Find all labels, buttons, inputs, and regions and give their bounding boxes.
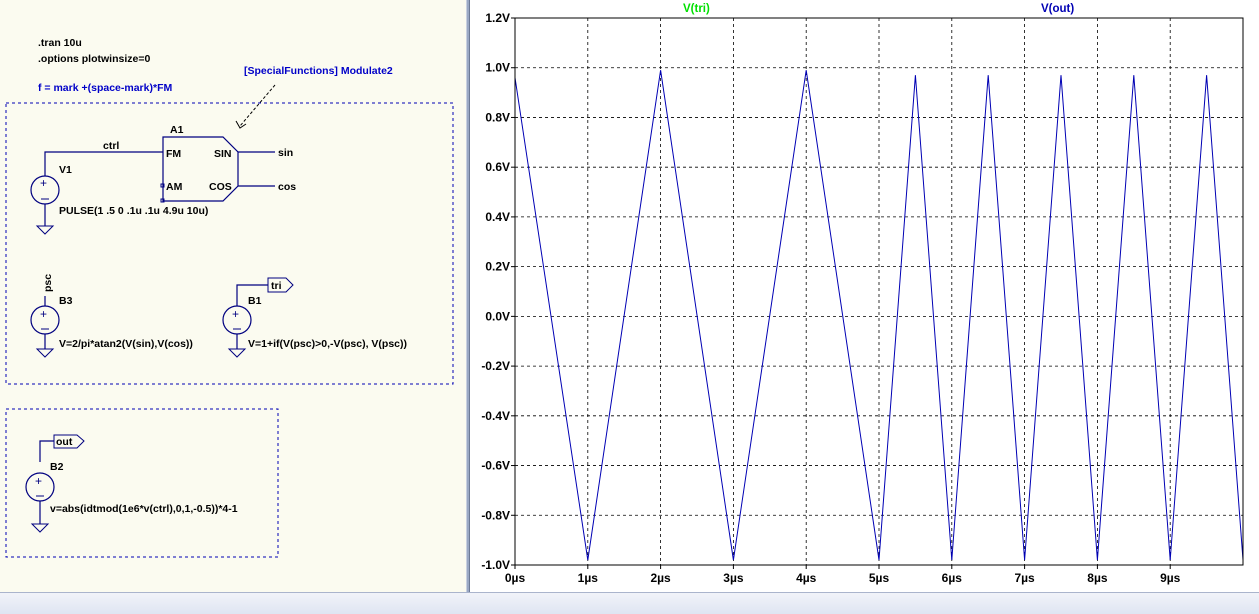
- b1-ground-icon: [227, 348, 247, 358]
- wires: [39, 151, 275, 462]
- y-tick-label: 1.2V: [485, 11, 510, 25]
- x-tick-label: 9µs: [1160, 571, 1181, 585]
- spice-directive-options[interactable]: .options plotwinsize=0: [38, 53, 150, 65]
- b1-ref-label: B1: [248, 295, 262, 307]
- formula-comment[interactable]: f = mark +(space-mark)*FM: [38, 82, 172, 94]
- x-tick-label: 0µs: [505, 571, 526, 585]
- b2-plus-sign: +: [35, 474, 42, 488]
- a1-pin-cos: COS: [209, 181, 232, 193]
- bottom-dashed-box: [5, 408, 279, 558]
- b1-plus-sign: +: [232, 307, 239, 321]
- annotation-arrow: [239, 84, 276, 127]
- net-label-cos[interactable]: cos: [278, 181, 296, 193]
- a1-modulator[interactable]: A1 FM AM SIN COS: [160, 124, 239, 203]
- schematic-canvas[interactable]: .tran 10u .options plotwinsize=0 f = mar…: [0, 0, 466, 592]
- y-tick-label: -0.2V: [481, 359, 510, 373]
- b3-behavioral-source[interactable]: psc + B3 V=2/pi*atan2(V(sin),V(cos)): [30, 274, 193, 358]
- x-axis-labels: 0µs 1µs 2µs 3µs 4µs 5µs 6µs 7µs 8µs 9µs: [505, 571, 1181, 585]
- b3-ref-label: B3: [59, 295, 73, 307]
- b2-behavioral-source[interactable]: out + B2 v=abs(idtmod(1e6*v(ctrl),0,1,-0…: [25, 434, 238, 533]
- y-tick-label: -1.0V: [481, 558, 510, 572]
- y-axis-labels: 1.2V 1.0V 0.8V 0.6V 0.4V 0.2V 0.0V -0.2V -0.4V -0…: [481, 11, 510, 572]
- y-tick-label: 0.4V: [485, 210, 510, 224]
- a1-pin-sin: SIN: [214, 148, 232, 160]
- x-tick-label: 4µs: [796, 571, 817, 585]
- waveform-plot[interactable]: 1.2V 1.0V 0.8V 0.6V 0.4V 0.2V 0.0V -0.2V -0.4V -0…: [470, 0, 1259, 592]
- net-label-out[interactable]: out: [56, 436, 73, 448]
- schematic-editor[interactable]: .tran 10u .options plotwinsize=0 f = mar…: [0, 0, 466, 592]
- v1-value-label[interactable]: PULSE(1 .5 0 .1u .1u 4.9u 10u): [59, 205, 208, 217]
- trace-label-vtri[interactable]: V(tri): [683, 3, 710, 15]
- v1-ref-label: V1: [59, 164, 72, 176]
- b3-ground-icon: [35, 348, 55, 358]
- y-tick-label: -0.8V: [481, 508, 510, 522]
- annotation-comment[interactable]: [SpecialFunctions] Modulate2: [244, 65, 393, 77]
- status-bar: [0, 592, 1259, 614]
- v1-ground-icon: [35, 225, 55, 235]
- a1-pin-am: AM: [166, 181, 183, 193]
- b1-value-label[interactable]: V=1+if(V(psc)>0,-V(psc), V(psc)): [248, 338, 407, 350]
- waveform-viewer[interactable]: 1.2V 1.0V 0.8V 0.6V 0.4V 0.2V 0.0V -0.2V -0.4V -0…: [470, 0, 1259, 592]
- x-tick-label: 6µs: [942, 571, 963, 585]
- y-tick-label: 0.6V: [485, 160, 510, 174]
- b3-plus-sign: +: [40, 307, 47, 321]
- x-tick-label: 5µs: [869, 571, 890, 585]
- x-tick-label: 8µs: [1087, 571, 1108, 585]
- x-tick-label: 2µs: [650, 571, 671, 585]
- x-tick-label: 1µs: [578, 571, 599, 585]
- y-tick-label: 0.0V: [485, 309, 510, 323]
- plot-grid: [511, 17, 1243, 569]
- y-tick-label: 0.8V: [485, 110, 510, 124]
- x-tick-label: 3µs: [723, 571, 744, 585]
- net-label-ctrl[interactable]: ctrl: [103, 140, 119, 152]
- v1-voltage-source[interactable]: + V1 PULSE(1 .5 0 .1u .1u 4.9u 10u): [30, 164, 208, 235]
- net-label-sin[interactable]: sin: [278, 147, 293, 159]
- x-tick-label: 7µs: [1014, 571, 1035, 585]
- trace-label-vout[interactable]: V(out): [1041, 3, 1074, 15]
- b1-behavioral-source[interactable]: tri + B1 V=1+if(V(psc)>0,-V(psc), V(psc)…: [222, 277, 407, 358]
- b2-value-label[interactable]: v=abs(idtmod(1e6*v(ctrl),0,1,-0.5))*4-1: [50, 503, 238, 515]
- spice-directive-tran[interactable]: .tran 10u: [38, 37, 82, 49]
- net-label-psc[interactable]: psc: [42, 274, 54, 292]
- b2-ref-label: B2: [50, 461, 64, 473]
- y-tick-label: -0.4V: [481, 409, 510, 423]
- y-tick-label: -0.6V: [481, 459, 510, 473]
- y-tick-label: 1.0V: [485, 61, 510, 75]
- a1-ref-label: A1: [170, 124, 184, 136]
- b3-value-label[interactable]: V=2/pi*atan2(V(sin),V(cos)): [59, 338, 193, 350]
- a1-pin-fm: FM: [166, 148, 181, 160]
- v1-plus-sign: +: [40, 176, 47, 190]
- net-label-tri[interactable]: tri: [271, 280, 282, 292]
- y-tick-label: 0.2V: [485, 260, 510, 274]
- b2-ground-icon: [30, 523, 50, 533]
